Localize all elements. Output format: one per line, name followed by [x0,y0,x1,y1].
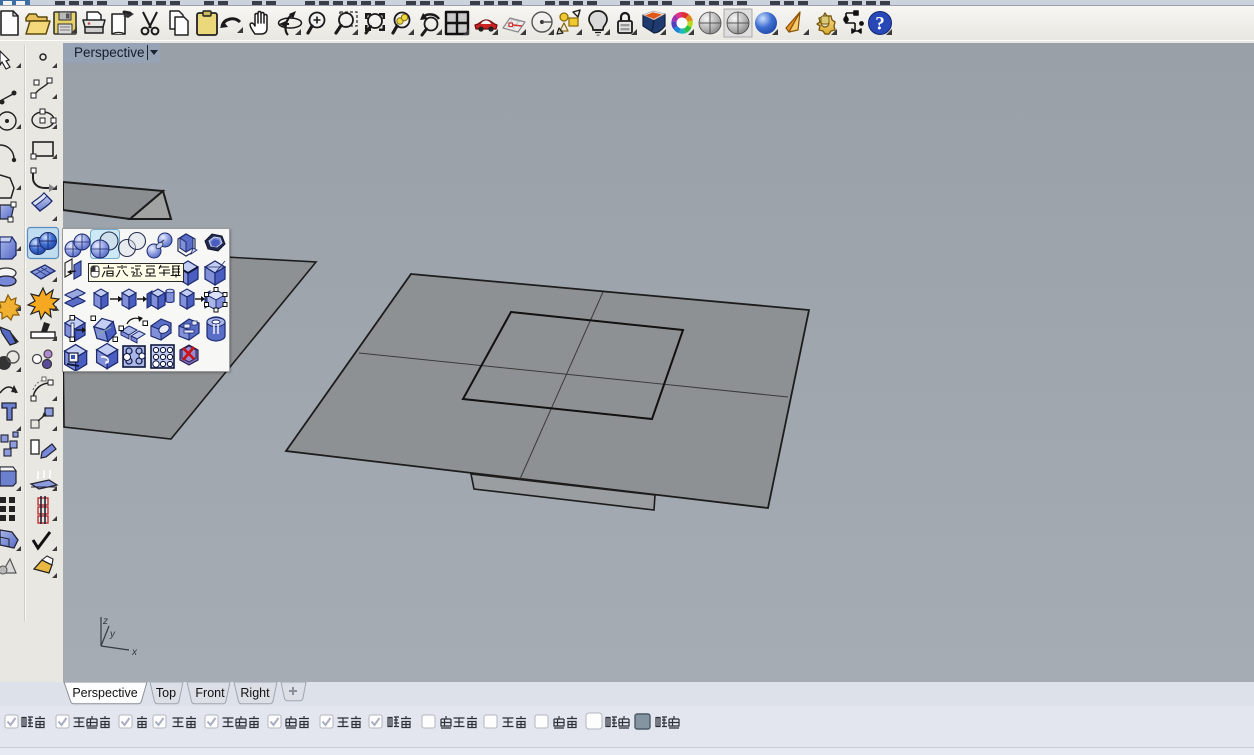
svg-text:Front: Front [195,686,225,700]
svg-text:?: ? [875,14,885,35]
svg-text:Right: Right [240,686,270,700]
svg-text:x: x [131,647,138,658]
svg-text:Top: Top [156,686,176,700]
svg-text:z: z [102,616,108,627]
svg-text:y: y [109,629,116,640]
svg-text:Perspective: Perspective [72,686,137,700]
